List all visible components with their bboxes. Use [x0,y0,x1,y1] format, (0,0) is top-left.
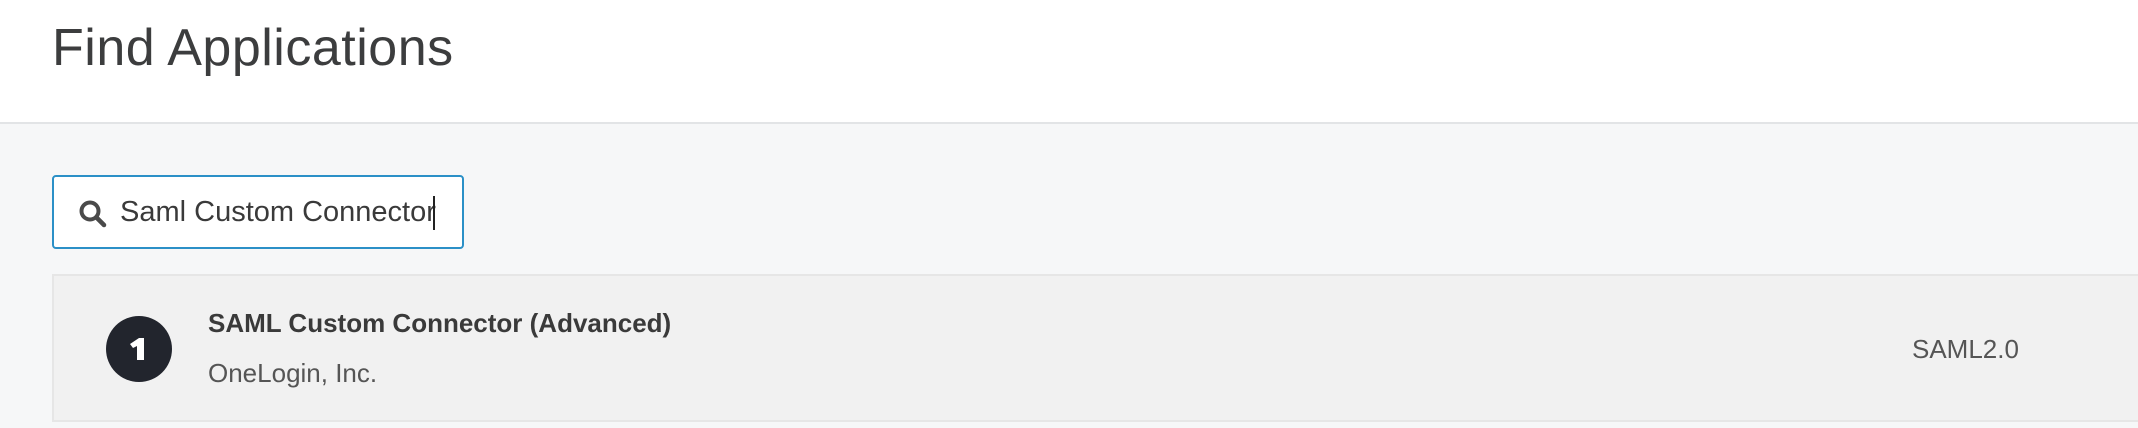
results-list: SAML Custom Connector (Advanced) OneLogi… [52,274,2138,428]
search-icon [78,199,108,229]
result-row[interactable]: SAML Custom Connector (Advanced) OneLogi… [52,274,2138,422]
app-protocol: SAML2.0 [1912,334,2019,364]
page-header: Find Applications [0,0,2138,124]
onelogin-logo-icon [106,316,172,382]
search-box[interactable] [52,175,464,249]
search-input[interactable] [120,187,450,237]
page-title: Find Applications [52,19,454,77]
app-name[interactable]: SAML Custom Connector (Advanced) [208,308,671,339]
text-cursor [433,196,435,230]
app-vendor: OneLogin, Inc. [208,358,378,388]
find-applications-page: Find Applications SAML Custom Connector … [0,0,2138,428]
